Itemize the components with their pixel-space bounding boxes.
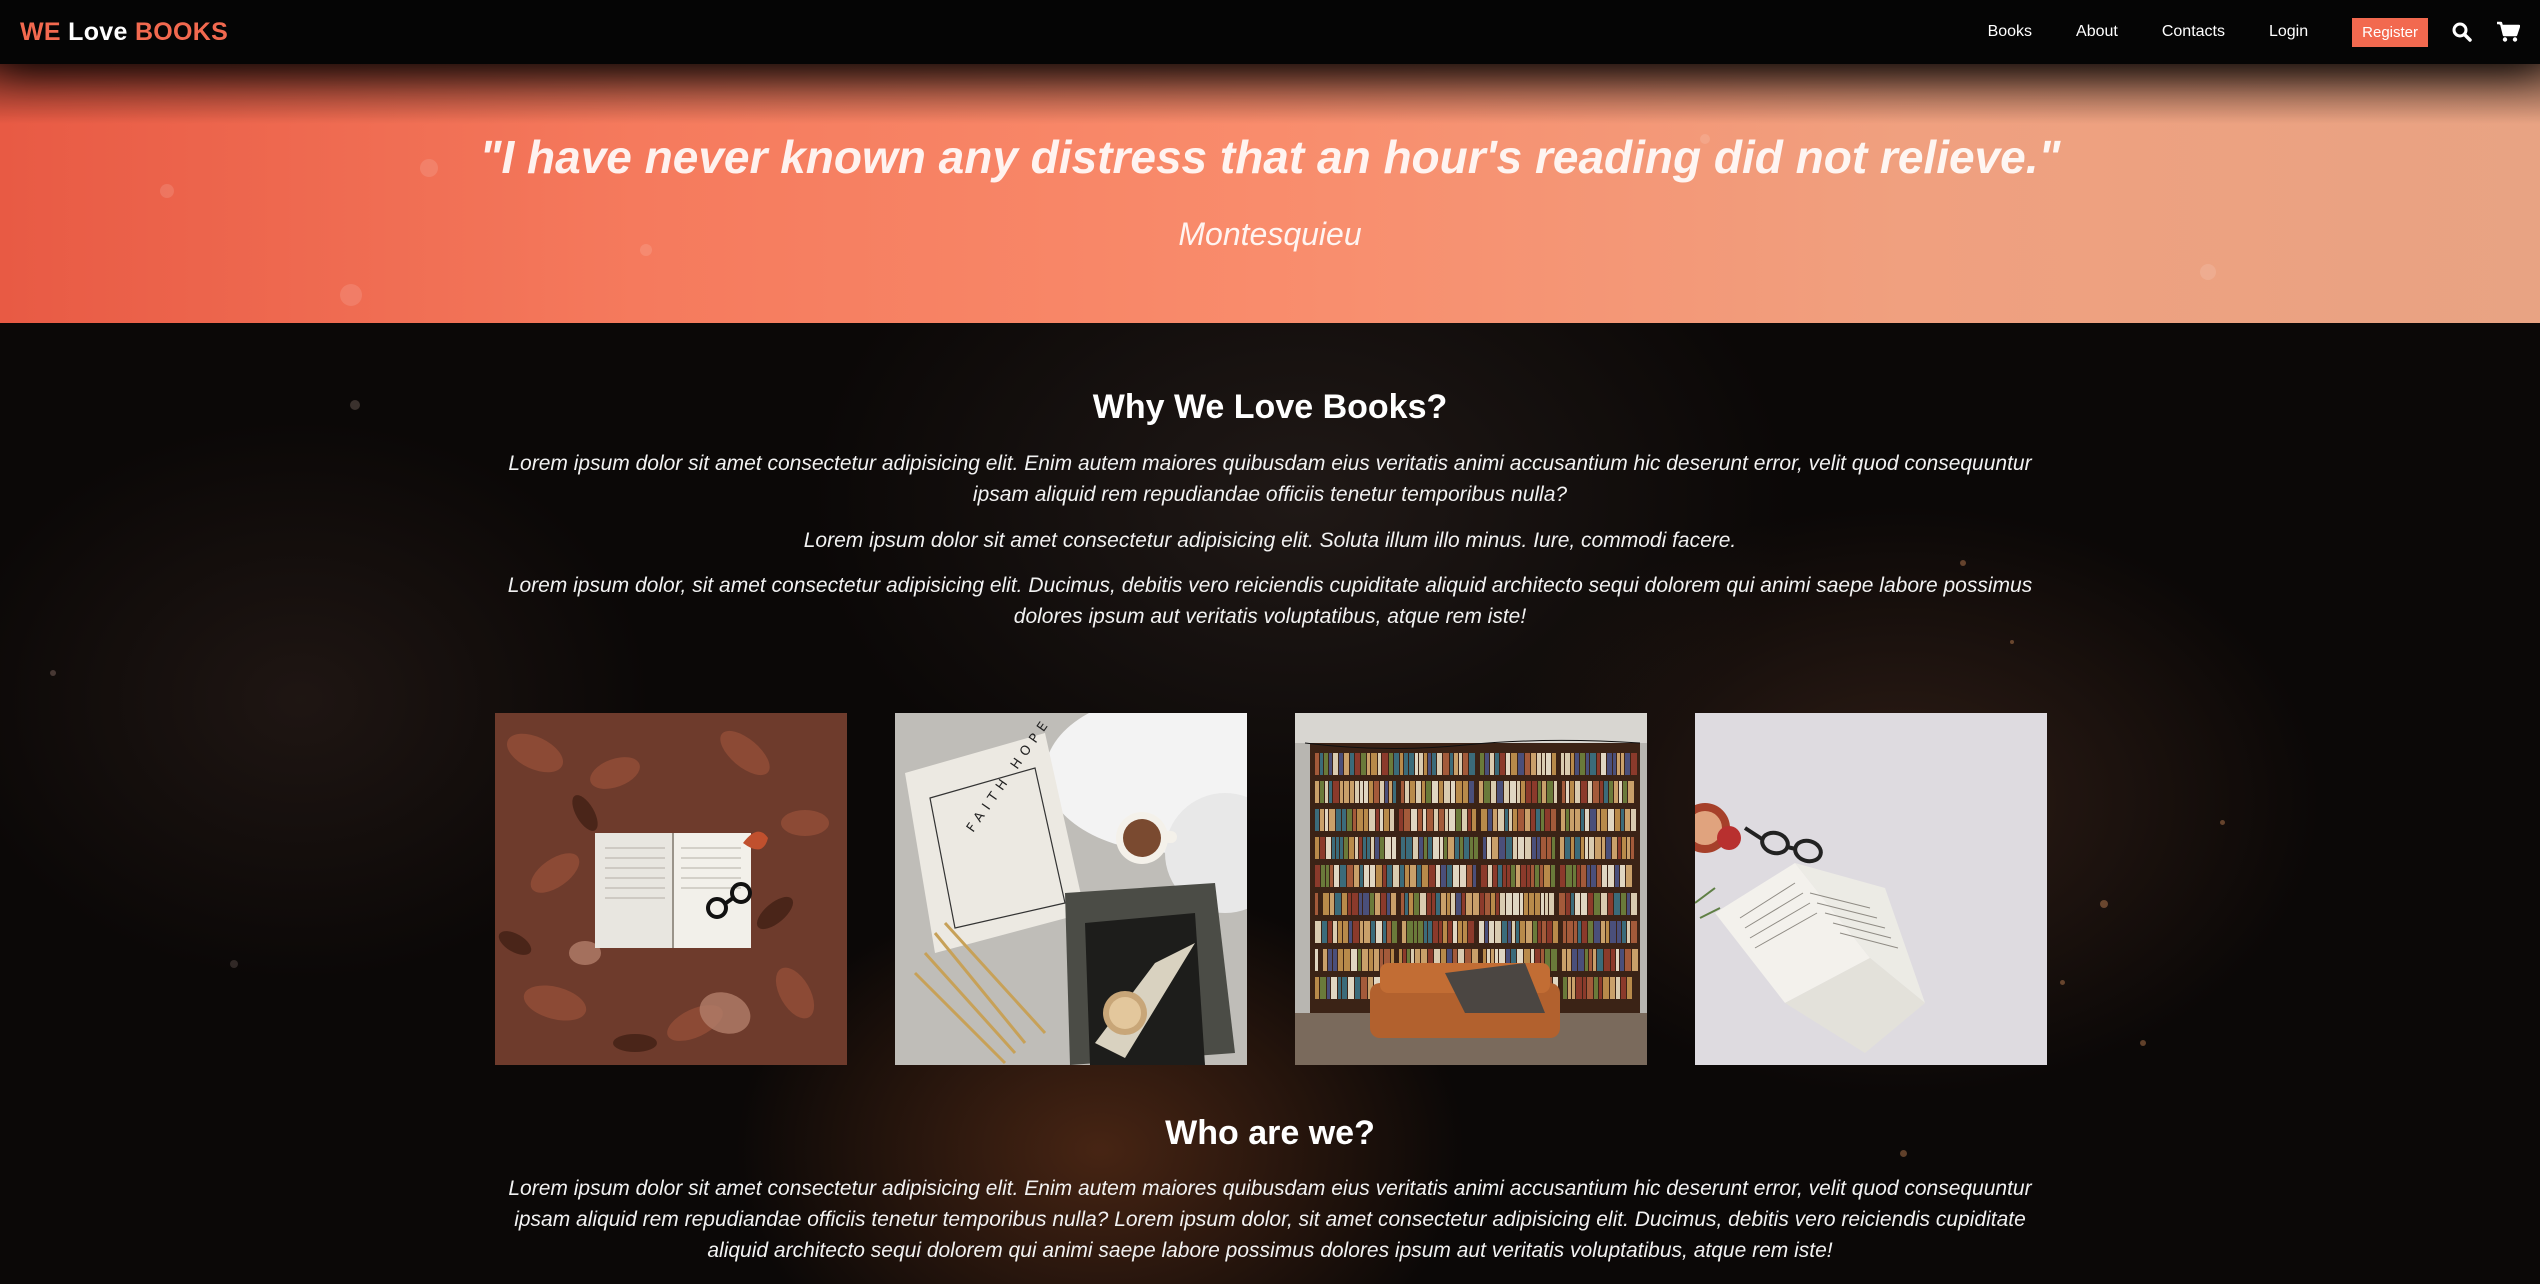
why-paragraph-3: Lorem ipsum dolor, sit amet consectetur … [507, 574, 2033, 628]
book-on-autumn-leaves-image [495, 713, 847, 1065]
who-paragraph: Lorem ipsum dolor sit amet consectetur a… [508, 1177, 2032, 1262]
why-section-title: Why We Love Books? [1092, 388, 1448, 426]
faith-hope-love-book-image: FAITH HOPE LOVE [895, 713, 1247, 1065]
who-section-title: Who are we? [1165, 1114, 1375, 1152]
hero-author: Montesquieu [1178, 216, 1362, 252]
nav-link-contacts[interactable]: Contacts [2162, 23, 2225, 41]
cart-icon[interactable] [2496, 20, 2520, 44]
brand-we: WE [20, 17, 61, 46]
nav-link-login[interactable]: Login [2269, 23, 2308, 41]
hero-quote-banner: "I have never known any distress that an… [0, 64, 2540, 323]
nav-link-books[interactable]: Books [1988, 23, 2032, 41]
nav-link-about[interactable]: About [2076, 23, 2118, 41]
open-book-with-glasses-image [1695, 713, 2047, 1065]
why-paragraph-2: Lorem ipsum dolor sit amet consectetur a… [803, 529, 1737, 552]
brand-logo[interactable]: WE Love BOOKS [20, 18, 228, 47]
library-bookshelf-image [1295, 713, 1647, 1065]
why-paragraph-1: Lorem ipsum dolor sit amet consectetur a… [508, 452, 2032, 506]
navbar: WE Love BOOKS Books About Contacts Login… [0, 0, 2540, 64]
search-icon[interactable] [2450, 20, 2474, 44]
brand-books: BOOKS [134, 17, 229, 46]
nav-menu: Books About Contacts Login Register [1988, 17, 2520, 47]
hero-quote: "I have never known any distress that an… [479, 131, 2061, 183]
brand-love: Love [68, 17, 128, 46]
register-button[interactable]: Register [2352, 17, 2428, 47]
